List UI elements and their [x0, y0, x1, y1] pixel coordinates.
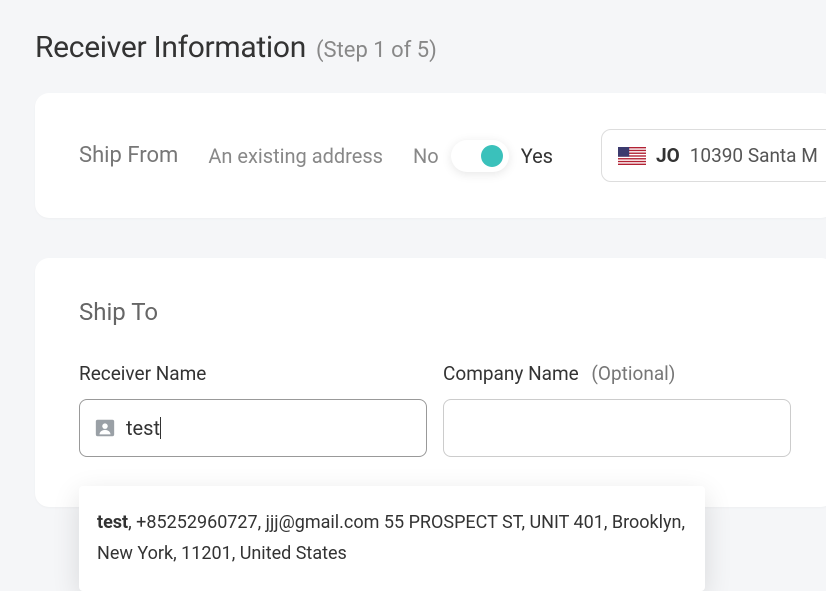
suggestion-details: , +85252960727, jjj@gmail.com 55 PROSPEC…: [97, 512, 685, 564]
toggle-yes-label: Yes: [521, 144, 553, 168]
toggle-thumb: [481, 145, 503, 167]
page-step: (Step 1 of 5): [316, 38, 437, 63]
company-name-input[interactable]: [443, 399, 791, 457]
receiver-name-group: Receiver Name test: [79, 362, 427, 457]
company-name-optional: (Optional): [591, 362, 675, 385]
us-flag-icon: [618, 147, 646, 165]
receiver-suggestion-item[interactable]: test, +85252960727, jjj@gmail.com 55 PRO…: [79, 486, 705, 591]
ship-from-address-select[interactable]: JO 10390 Santa M: [601, 129, 826, 182]
existing-address-toggle[interactable]: [451, 140, 509, 172]
existing-address-toggle-group: No Yes: [413, 140, 553, 172]
company-name-group: Company Name (Optional): [443, 362, 791, 457]
ship-to-label: Ship To: [79, 298, 791, 326]
ship-from-card: Ship From An existing address No Yes JO …: [35, 93, 826, 218]
ship-from-label: Ship From: [79, 143, 178, 168]
page-title: Receiver Information: [35, 30, 306, 65]
contact-card-icon: [94, 417, 116, 439]
receiver-name-value: test: [126, 416, 412, 440]
form-row: Receiver Name test Company Name (Optiona…: [79, 362, 791, 457]
existing-address-text: An existing address: [208, 144, 383, 168]
receiver-name-input[interactable]: test: [79, 399, 427, 457]
company-name-label: Company Name (Optional): [443, 362, 791, 385]
toggle-no-label: No: [413, 144, 439, 168]
ship-to-card: Ship To Receiver Name test Company Name …: [35, 258, 826, 507]
page-header: Receiver Information (Step 1 of 5): [0, 0, 826, 65]
receiver-name-label: Receiver Name: [79, 362, 427, 385]
text-cursor: [160, 417, 161, 439]
address-code: JO: [656, 144, 680, 167]
company-name-label-text: Company Name: [443, 362, 579, 385]
address-text: 10390 Santa M: [690, 144, 818, 167]
